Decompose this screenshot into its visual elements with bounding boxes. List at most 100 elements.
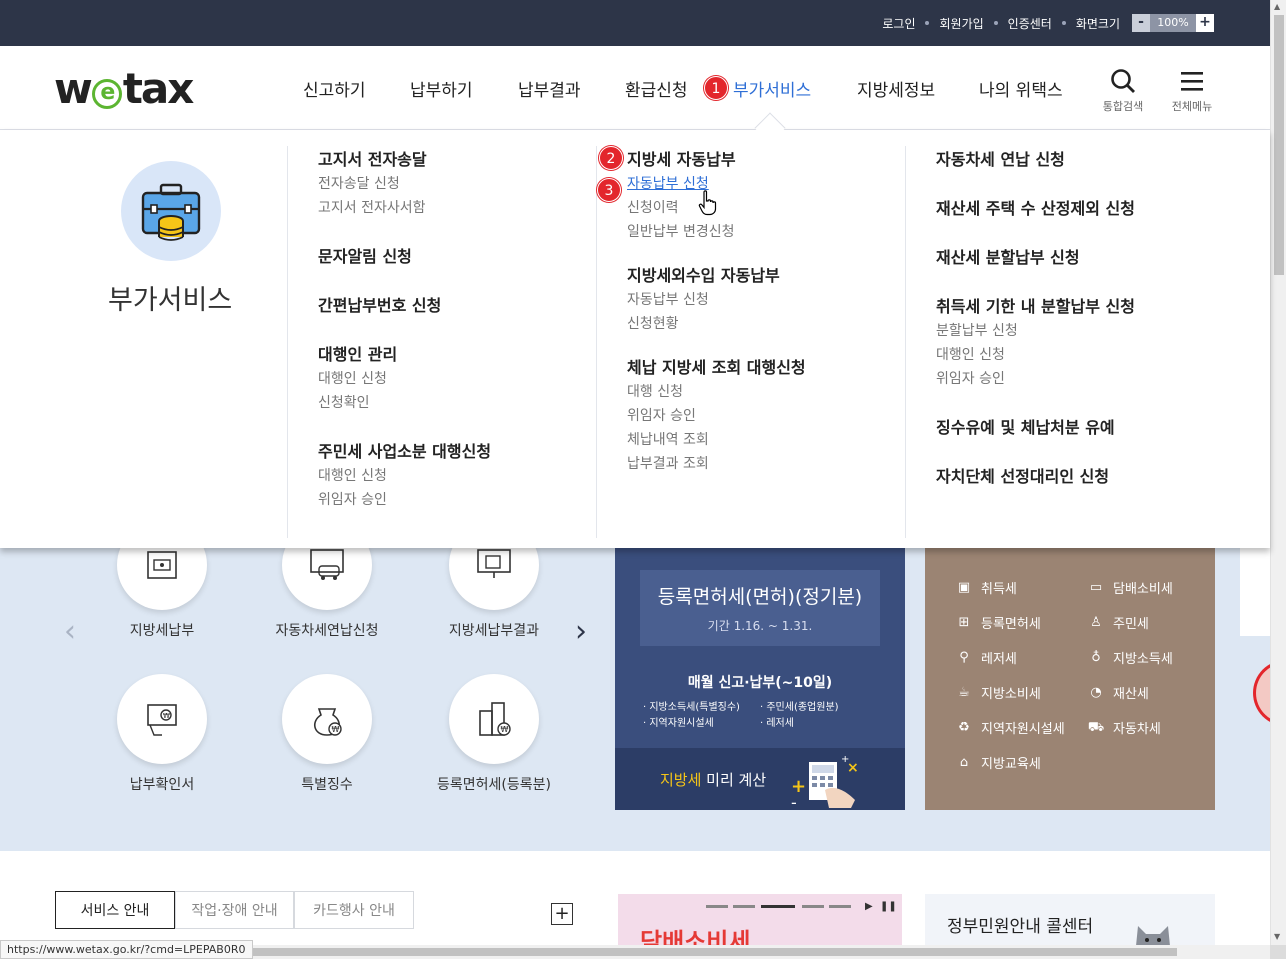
tax-automobile[interactable]: ⛟ 자동차세 [1087,718,1161,738]
tax-property[interactable]: ◔ 재산세 [1087,683,1149,703]
vertical-scrollbar[interactable]: ▲ ▼ [1270,0,1286,945]
tax-label: 담배소비세 [1113,582,1173,597]
tax-resident[interactable]: ♙ 주민세 [1087,613,1149,633]
menu-installment-apply[interactable]: 분할납부 신청 [936,319,1135,343]
scroll-up-icon[interactable]: ▲ [1274,2,1280,11]
nav-refund[interactable]: 환급신청 [625,76,688,101]
more-notices-button[interactable]: + [551,903,573,925]
nav-payment[interactable]: 납부하기 [410,76,473,101]
service-registration-tax[interactable]: ₩ 등록면허세(등록분) [432,674,556,794]
zoom-out-button[interactable]: - [1132,14,1150,32]
service-special-collection[interactable]: ₩ 특별징수 [267,674,387,794]
svg-text:₩: ₩ [332,725,340,734]
banner-indicator[interactable] [733,905,755,908]
menu-designated-agent[interactable]: 자치단체 선정대리인 신청 [936,465,1135,489]
menu-arrears-inquiry[interactable]: 체납내역 조회 [627,428,806,452]
menu-general-payment-change[interactable]: 일반납부 변경신청 [627,220,806,244]
screen-size-label: 화면크기 [1075,16,1120,31]
banner-indicator[interactable] [706,905,728,908]
tax-local-income[interactable]: ♁ 지방소득세 [1087,648,1173,668]
login-link[interactable]: 로그인 [882,15,915,32]
nav-additional-services[interactable]: 부가서비스 [733,76,811,101]
zoom-value: 100% [1150,14,1196,32]
menu-resident-agent-apply[interactable]: 대행인 신청 [318,464,491,488]
menu-e-delivery[interactable]: 고지서 전자송달 [318,148,491,172]
menu-installment-delegator-approve[interactable]: 위임자 승인 [936,367,1135,391]
promo-banner[interactable]: ▶ ❚❚ 담배소비세 [618,894,902,945]
nav-local-tax-info[interactable]: 지방세정보 [857,76,935,101]
menu-auto-payment[interactable]: 지방세 자동납부 [627,148,806,172]
tab-service-notice[interactable]: 서비스 안내 [55,891,175,929]
menu-non-tax-status[interactable]: 신청현황 [627,312,806,336]
tax-tobacco[interactable]: ▭ 담배소비세 [1087,578,1173,598]
menu-sms-alert[interactable]: 문자알림 신청 [318,245,491,269]
monthly-schedule-title: 매월 신고·납부(~10일) [687,675,833,691]
column-divider [287,146,288,538]
nav-my-wetax[interactable]: 나의 위택스 [979,76,1063,101]
banner-play-icon[interactable]: ▶ [865,901,873,912]
tab-card-event-notice[interactable]: 카드행사 안내 [294,891,414,929]
menu-non-tax-auto-apply[interactable]: 자동납부 신청 [627,288,806,312]
banner-indicator-active[interactable] [761,905,795,908]
menu-acquisition-installment[interactable]: 취득세 기한 내 분할납부 신청 [936,295,1135,319]
money-bag-small-icon: ♁ [1091,649,1101,665]
menu-car-tax-annual[interactable]: 자동차세 연납 신청 [936,148,1135,172]
tax-label: 지방소득세 [1113,652,1173,667]
tax-local-education[interactable]: ⌂ 지방교육세 [955,753,1041,773]
zoom-control: - 100% + [1132,14,1214,32]
tax-local-consumption[interactable]: ☕ 지방소비세 [955,683,1041,703]
banner-pause-icon[interactable]: ❚❚ [880,901,897,912]
tax-registration[interactable]: ⊞ 등록면허세 [955,613,1041,633]
menu-property-house-exclude[interactable]: 재산세 주택 수 산정제외 신청 [936,197,1135,221]
tax-regional-resource[interactable]: ♻ 지역자원시설세 [955,718,1065,738]
vertical-scroll-thumb[interactable] [1274,15,1284,275]
menu-e-delivery-apply[interactable]: 전자송달 신청 [318,172,491,196]
utility-links: 로그인 회원가입 인증센터 화면크기 - 100% + [882,14,1214,32]
menu-non-tax-auto-payment[interactable]: 지방세외수입 자동납부 [627,264,806,288]
menu-payment-result-inquiry[interactable]: 납부결과 조회 [627,452,806,476]
menu-arrears-agent-apply[interactable]: 대행 신청 [627,380,806,404]
top-utility-bar: 로그인 회원가입 인증센터 화면크기 - 100% + [0,0,1270,46]
next-arrow-icon[interactable]: › [575,614,587,649]
registration-tax-icon: ⊞ [958,614,970,630]
tax-acquisition[interactable]: ▣ 취득세 [955,578,1017,598]
banner-indicator[interactable] [802,905,824,908]
tab-maintenance-notice[interactable]: 작업·장애 안내 [175,891,294,929]
menu-installment-agent-apply[interactable]: 대행인 신청 [936,343,1135,367]
menu-simple-payment-number[interactable]: 간편납부번호 신청 [318,294,491,318]
menu-resident-tax-agent[interactable]: 주민세 사업소분 대행신청 [318,440,491,464]
tax-leisure[interactable]: ⚲ 레저세 [955,648,1017,668]
menu-agent-management[interactable]: 대행인 관리 [318,343,491,367]
wetax-logo[interactable]: w e tax [54,64,194,113]
prev-arrow-icon[interactable]: ‹ [64,614,76,649]
tax-types-panel: ▣ 취득세 ⊞ 등록면허세 ⚲ 레저세 ☕ 지방소비세 ♻ 지역자원시설세 ⌂ 지방교육세 … [925,548,1215,810]
menu-e-mailbox[interactable]: 고지서 전자사서함 [318,196,491,220]
tax-calculator-link[interactable]: 지방세 미리 계산 + - × + [615,748,905,810]
cert-center-link[interactable]: 인증센터 [1008,15,1052,32]
menu-arrears-agent[interactable]: 체납 지방세 조회 대행신청 [627,356,806,380]
scroll-down-icon[interactable]: ▼ [1274,932,1280,941]
registration-tax-box[interactable]: 등록면허세(면허)(정기분) 기간 1.16. ~ 1.31. [640,570,880,646]
menu-property-installment[interactable]: 재산세 분할납부 신청 [936,246,1135,270]
menu-resident-delegator-approve[interactable]: 위임자 승인 [318,488,491,512]
nav-payment-result[interactable]: 납부결과 [518,76,581,101]
banner-indicator[interactable] [829,905,851,908]
cigarette-icon: ▭ [1089,579,1103,595]
signup-link[interactable]: 회원가입 [939,15,983,32]
full-menu-button[interactable]: 전체메뉴 [1168,68,1216,114]
monthly-item: · 주민세(종업원분) [760,702,839,713]
tax-label: 취득세 [981,582,1017,597]
nav-report[interactable]: 신고하기 [303,76,366,101]
menu-agent-apply[interactable]: 대행인 신청 [318,367,491,391]
schedule-title: 등록면허세(면허)(정기분) [657,586,863,608]
integrated-search-button[interactable]: 통합검색 [1100,68,1146,114]
menu-collection-deferral[interactable]: 징수유예 및 체납처분 유예 [936,416,1135,440]
call-center-box[interactable]: 정부민원안내 콜센터 [925,894,1215,946]
menu-apply-check[interactable]: 신청확인 [318,391,491,415]
menu-arrears-delegator-approve[interactable]: 위임자 승인 [627,404,806,428]
tax-label: 재산세 [1113,687,1149,702]
service-payment-certificate[interactable]: ₩ 납부확인서 [102,674,222,794]
hamburger-icon [1181,72,1203,91]
separator-dot [1061,21,1066,25]
zoom-in-button[interactable]: + [1196,14,1214,32]
